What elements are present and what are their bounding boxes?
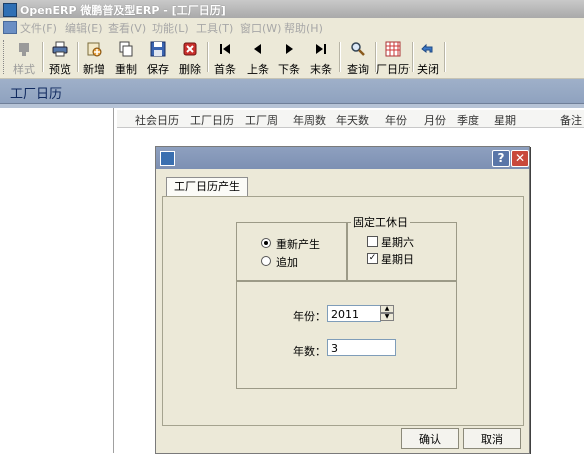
regenerate-radio[interactable] bbox=[261, 238, 271, 248]
last-icon bbox=[316, 44, 326, 54]
first-label: 首条 bbox=[214, 63, 236, 76]
column-header[interactable]: 年周数 bbox=[293, 112, 326, 128]
append-radio[interactable] bbox=[261, 256, 271, 266]
years-count-input[interactable]: 3 bbox=[327, 339, 396, 356]
search-icon bbox=[351, 42, 365, 56]
printer-icon bbox=[52, 41, 68, 57]
column-header[interactable]: 季度 bbox=[457, 112, 479, 128]
rest-day-group-title: 固定工休日 bbox=[351, 214, 410, 230]
copy-icon bbox=[119, 41, 133, 57]
calendar-generate-dialog: ? ✕ 工厂日历产生 固定工休日 重新产生 追加 星期六 ✓ 星期日 年份： 2… bbox=[155, 146, 530, 454]
toolbar-grip[interactable] bbox=[3, 40, 7, 74]
spin-down-icon[interactable]: ▼ bbox=[380, 313, 394, 321]
dialog-title-bar[interactable]: ? ✕ bbox=[156, 147, 529, 169]
column-header[interactable]: 年天数 bbox=[336, 112, 369, 128]
toolbar-separator bbox=[77, 42, 79, 72]
mdi-child-icon[interactable] bbox=[3, 21, 17, 34]
menu-window[interactable]: 窗口(W) bbox=[240, 20, 281, 36]
saturday-label: 星期六 bbox=[381, 236, 414, 249]
toolbar-separator bbox=[339, 42, 341, 72]
spin-up-icon[interactable]: ▲ bbox=[380, 305, 394, 313]
saturday-checkbox[interactable] bbox=[367, 236, 378, 247]
add-record-icon bbox=[87, 42, 102, 57]
column-header[interactable]: 社会日历 bbox=[135, 112, 179, 128]
page-title: 工厂日历 bbox=[10, 87, 63, 102]
prev-icon bbox=[254, 44, 261, 54]
app-icon bbox=[3, 3, 17, 17]
next-icon bbox=[286, 44, 293, 54]
cancel-button[interactable]: 取消 bbox=[463, 428, 521, 449]
next-record-button[interactable]: 下条 bbox=[275, 39, 303, 76]
column-header[interactable]: 工厂周 bbox=[245, 112, 278, 128]
column-header[interactable]: 备注 bbox=[560, 112, 582, 128]
params-group bbox=[236, 280, 457, 389]
save-button[interactable]: 保存 bbox=[144, 39, 172, 76]
last-label: 末条 bbox=[310, 63, 332, 76]
column-header[interactable]: 工厂日历 bbox=[190, 112, 234, 128]
column-header[interactable]: 月份 bbox=[424, 112, 446, 128]
prev-record-button[interactable]: 上条 bbox=[244, 39, 272, 76]
floppy-disk-icon bbox=[150, 41, 166, 57]
add-button[interactable]: 新增 bbox=[80, 39, 108, 76]
toolbar: 样式 预览 新增 重制 保存 删除 首条 上条 下条 末条 查询 厂日历 关闭 bbox=[0, 36, 584, 79]
year-spinner[interactable]: ▲ ▼ bbox=[380, 305, 394, 322]
ok-button[interactable]: 确认 bbox=[401, 428, 459, 449]
last-record-button[interactable]: 末条 bbox=[307, 39, 335, 76]
window-title: OpenERP 微鹏普及型ERP - [工厂日历] bbox=[20, 4, 226, 17]
delete-label: 删除 bbox=[179, 63, 201, 76]
toolbar-separator bbox=[42, 42, 44, 72]
append-label: 追加 bbox=[276, 256, 298, 269]
add-label: 新增 bbox=[83, 63, 105, 76]
style-label: 样式 bbox=[13, 63, 35, 76]
grid-header: 社会日历 工厂日历 工厂周 年周数 年天数 年份 月份 季度 星期 备注 bbox=[117, 110, 584, 128]
help-button[interactable]: ? bbox=[492, 150, 510, 167]
style-icon bbox=[19, 43, 29, 56]
left-tree-pane[interactable] bbox=[0, 108, 114, 453]
factory-calendar-label: 厂日历记 bbox=[376, 63, 410, 75]
sunday-label: 星期日 bbox=[381, 253, 414, 266]
preview-label: 预览 bbox=[49, 63, 71, 76]
style-button[interactable]: 样式 bbox=[9, 39, 39, 76]
tab-calendar-generate[interactable]: 工厂日历产生 bbox=[166, 177, 248, 197]
sunday-checkbox[interactable]: ✓ bbox=[367, 253, 378, 264]
menu-bar: 文件(F) 编辑(E) 查看(V) 功能(L) 工具(T) 窗口(W) 帮助(H… bbox=[0, 18, 584, 36]
copy-label: 重制 bbox=[115, 63, 137, 76]
toolbar-separator bbox=[444, 42, 446, 72]
menu-edit[interactable]: 编辑(E) bbox=[65, 20, 103, 36]
first-record-button[interactable]: 首条 bbox=[211, 39, 239, 76]
regenerate-label: 重新产生 bbox=[276, 238, 320, 251]
return-arrow-icon bbox=[421, 43, 433, 53]
column-header[interactable]: 年份 bbox=[385, 112, 407, 128]
first-icon bbox=[220, 44, 230, 54]
toolbar-separator bbox=[207, 42, 209, 72]
save-label: 保存 bbox=[147, 63, 169, 76]
close-label: 关闭 bbox=[417, 63, 439, 76]
preview-button[interactable]: 预览 bbox=[45, 39, 75, 76]
dialog-close-button[interactable]: ✕ bbox=[511, 150, 529, 167]
menu-file[interactable]: 文件(F) bbox=[20, 20, 57, 36]
mode-group bbox=[236, 222, 348, 282]
query-label: 查询 bbox=[347, 63, 369, 76]
query-button[interactable]: 查询 bbox=[343, 39, 373, 76]
copy-button[interactable]: 重制 bbox=[112, 39, 140, 76]
menu-function[interactable]: 功能(L) bbox=[152, 20, 189, 36]
delete-button[interactable]: 删除 bbox=[176, 39, 204, 76]
page-header: 工厂日历 bbox=[0, 79, 584, 104]
calendar-grid-icon bbox=[385, 41, 401, 57]
column-header[interactable]: 星期 bbox=[494, 112, 516, 128]
close-button[interactable]: 关闭 bbox=[414, 39, 442, 76]
year-input[interactable]: 2011 bbox=[327, 305, 381, 322]
factory-calendar-button[interactable]: 厂日历记 bbox=[376, 39, 410, 75]
window-title-bar: OpenERP 微鹏普及型ERP - [工厂日历] bbox=[0, 0, 584, 18]
menu-view[interactable]: 查看(V) bbox=[108, 20, 146, 36]
count-label: 年数： bbox=[293, 345, 326, 358]
prev-label: 上条 bbox=[247, 63, 269, 76]
dialog-app-icon bbox=[160, 151, 175, 166]
menu-tools[interactable]: 工具(T) bbox=[196, 20, 233, 36]
menu-help[interactable]: 帮助(H) bbox=[284, 20, 323, 36]
year-label: 年份： bbox=[293, 310, 326, 323]
next-label: 下条 bbox=[278, 63, 300, 76]
delete-icon bbox=[183, 42, 197, 56]
